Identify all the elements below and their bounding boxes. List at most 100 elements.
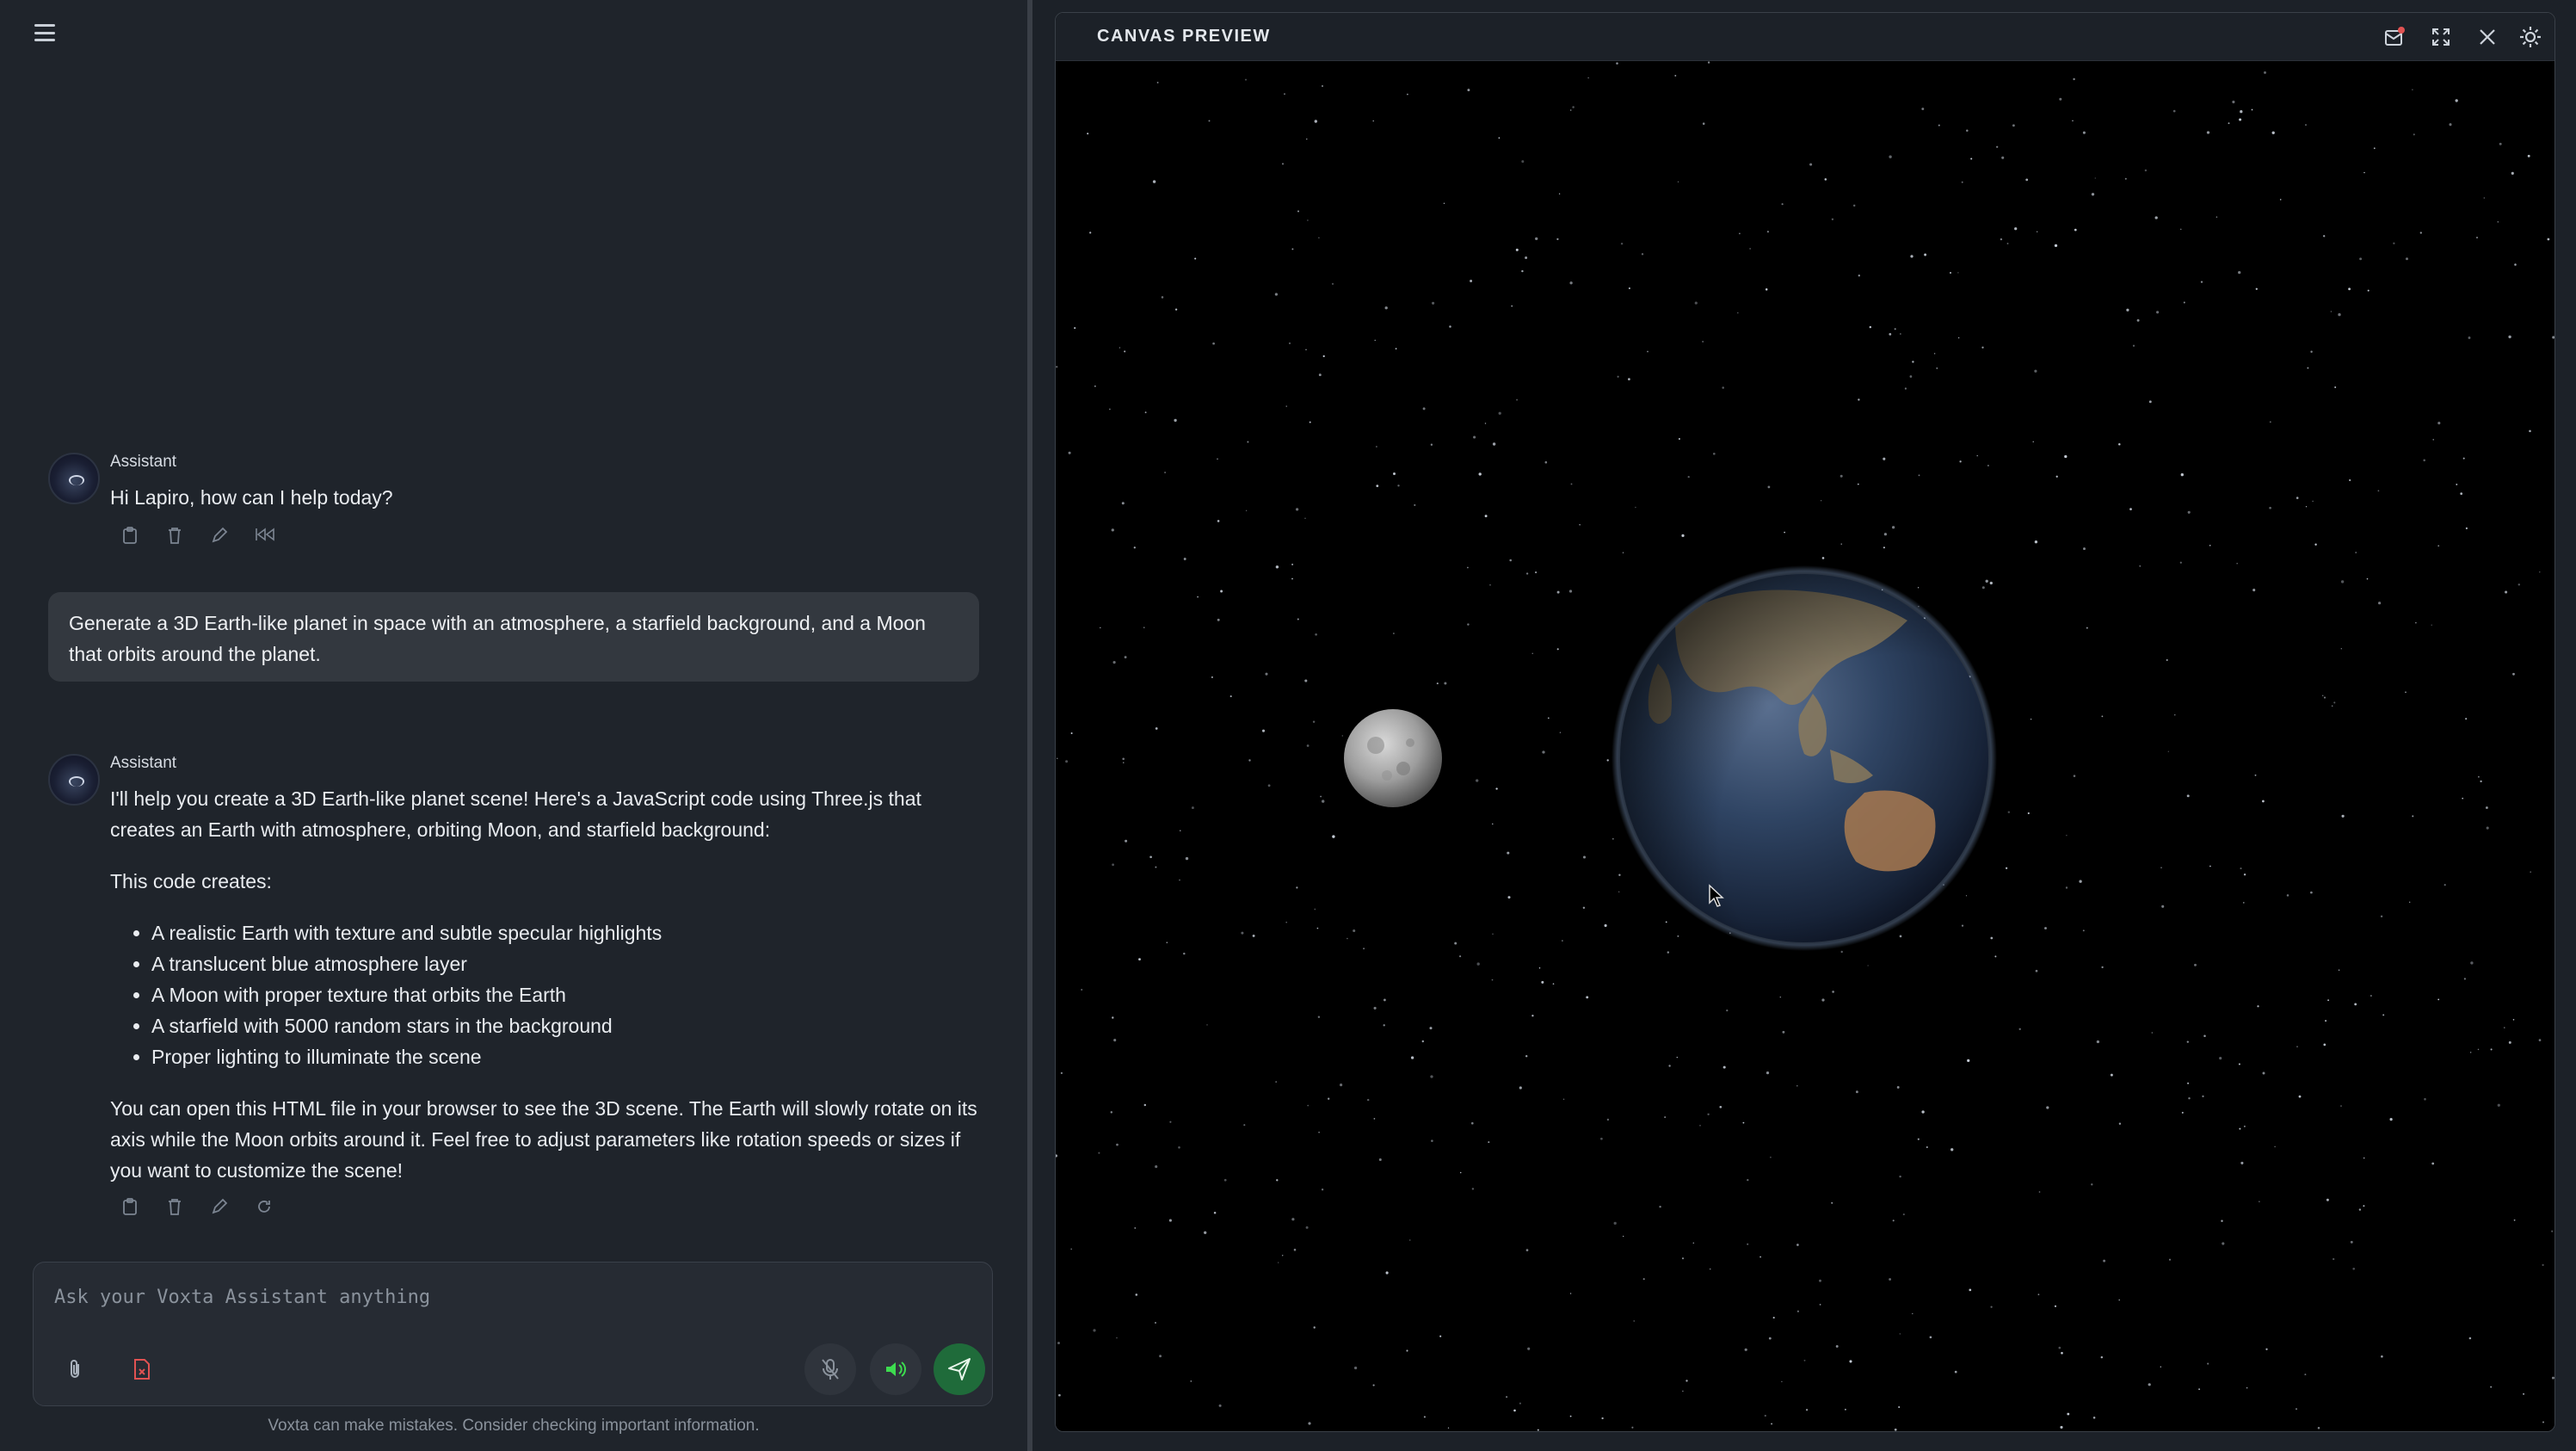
star — [2304, 1374, 2307, 1376]
clipboard-icon[interactable] — [120, 527, 139, 546]
star — [2000, 238, 2003, 241]
clipboard-icon[interactable] — [120, 1198, 139, 1217]
star — [1687, 475, 1690, 479]
star — [1519, 1402, 1521, 1405]
trash-icon[interactable] — [165, 1198, 184, 1217]
star — [1668, 1065, 1671, 1067]
star — [2203, 1034, 2206, 1038]
star — [2317, 1427, 2320, 1429]
star — [2333, 701, 2336, 704]
star — [2460, 492, 2463, 495]
star — [1245, 509, 1248, 512]
space-scene[interactable] — [1056, 61, 2555, 1432]
star — [1892, 1219, 1895, 1222]
canvas-header: CANVAS PREVIEW — [1056, 13, 2554, 61]
star — [1600, 1137, 1603, 1140]
star — [1313, 1326, 1316, 1329]
star — [2413, 133, 2415, 136]
hamburger-icon[interactable] — [34, 24, 55, 41]
star — [2072, 120, 2074, 121]
star — [1125, 839, 1128, 843]
mic-button[interactable] — [804, 1343, 856, 1395]
star — [1430, 1075, 1433, 1078]
pencil-icon[interactable] — [210, 1198, 229, 1217]
star — [2338, 312, 2341, 317]
star — [1112, 863, 1114, 867]
attach-button[interactable] — [49, 1343, 101, 1395]
star — [1081, 988, 1083, 991]
star — [1821, 557, 1825, 559]
list-item: Proper lighting to illuminate the scene — [151, 1041, 977, 1072]
star — [1768, 1337, 1772, 1340]
star — [2327, 999, 2330, 1002]
star — [1617, 375, 1619, 378]
star — [1444, 682, 1447, 685]
star — [2154, 216, 2158, 219]
star — [2358, 1208, 2362, 1211]
message-subheading: This code creates: — [110, 870, 272, 892]
star — [2032, 441, 2034, 442]
message-actions — [120, 527, 977, 546]
star — [1089, 232, 1092, 234]
speaker-button[interactable] — [870, 1343, 921, 1395]
star — [1331, 282, 1334, 286]
star — [1058, 1393, 1061, 1397]
star — [2323, 1043, 2326, 1047]
star — [2367, 289, 2370, 292]
star — [1737, 312, 1739, 314]
star — [2074, 228, 2077, 232]
star — [1297, 618, 1299, 621]
close-button[interactable] — [2474, 23, 2501, 51]
pencil-icon[interactable] — [210, 527, 229, 546]
star — [2423, 459, 2425, 462]
refresh-icon[interactable] — [255, 1198, 274, 1217]
star — [1314, 120, 1317, 123]
star — [1174, 418, 1177, 423]
message-input[interactable] — [52, 1280, 964, 1314]
star — [2312, 500, 2314, 503]
star — [1296, 886, 1298, 889]
star — [2456, 483, 2458, 485]
star — [1275, 565, 1279, 569]
star — [2110, 1073, 2113, 1077]
message-role: Assistant — [110, 453, 177, 471]
star — [2310, 891, 2313, 894]
star — [1796, 1084, 1798, 1087]
star — [1519, 1086, 1522, 1090]
star — [1149, 855, 1152, 859]
star — [1894, 328, 1896, 330]
star — [1635, 506, 1636, 509]
speaker-icon — [886, 1361, 906, 1377]
star — [2468, 1337, 2472, 1340]
list-item: A translucent blue atmosphere layer — [151, 948, 977, 979]
file-button[interactable] — [116, 1343, 168, 1395]
star — [1749, 248, 1751, 250]
trash-icon[interactable] — [165, 527, 184, 546]
star — [2269, 421, 2271, 423]
star — [1967, 1059, 1970, 1063]
notify-button[interactable] — [2381, 23, 2408, 51]
star — [2091, 1183, 2093, 1186]
star — [1168, 1219, 1172, 1222]
star — [2221, 1219, 2223, 1222]
star — [2118, 1299, 2120, 1301]
star — [2475, 237, 2479, 239]
star — [1509, 559, 1512, 562]
star — [1742, 1121, 1745, 1124]
star — [1244, 78, 1248, 81]
star — [1285, 405, 1287, 407]
send-button[interactable] — [934, 1343, 985, 1395]
star — [1525, 1249, 1529, 1251]
star — [1702, 341, 1704, 343]
star — [1606, 1118, 1610, 1121]
rewind-icon[interactable] — [255, 527, 274, 546]
star — [1912, 1312, 1914, 1315]
fullscreen-button[interactable] — [2427, 23, 2455, 51]
star — [2160, 867, 2162, 868]
star — [1965, 895, 1968, 897]
settings-button[interactable] — [2516, 22, 2545, 52]
star — [1449, 325, 1451, 328]
chat-pane: Assistant Hi Lapiro, how can I help toda… — [0, 0, 1027, 1451]
message-intro: I'll help you create a 3D Earth-like pla… — [110, 787, 921, 841]
star — [1372, 1384, 1375, 1386]
